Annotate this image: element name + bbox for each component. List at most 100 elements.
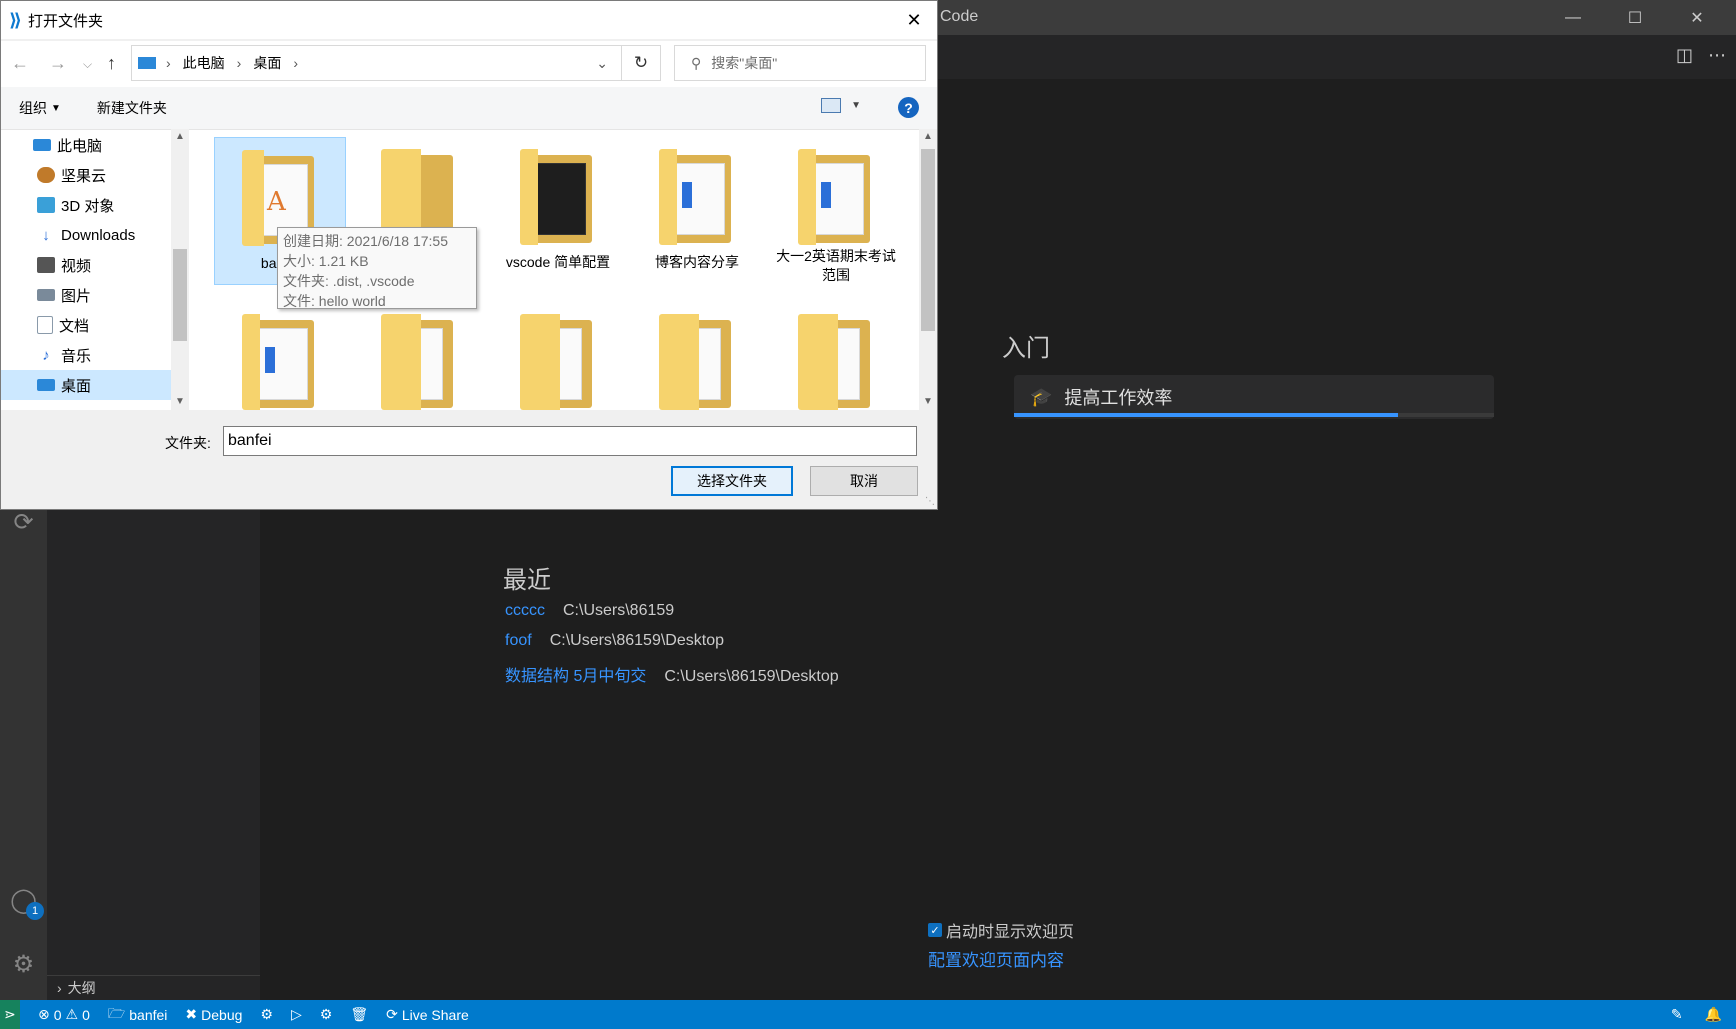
- recent-link[interactable]: ccccc: [505, 602, 545, 620]
- maximize-button[interactable]: ☐: [1612, 0, 1658, 35]
- warning-icon: ⚠: [65, 1006, 79, 1022]
- outline-section[interactable]: › 大纲: [47, 975, 260, 999]
- split-editor-button[interactable]: ◫: [1676, 45, 1693, 66]
- recent-path: C:\Users\86159\Desktop: [664, 668, 839, 685]
- back-button[interactable]: ←: [11, 53, 29, 74]
- folder-label: 博客内容分享: [655, 254, 739, 270]
- folder-name-input[interactable]: banfei: [223, 426, 917, 456]
- live-share-button[interactable]: ⟳ Live Share: [386, 1006, 469, 1023]
- vscode-logo-icon: ⟫: [9, 9, 22, 30]
- tree-item-music[interactable]: ♪ 音乐: [1, 340, 171, 370]
- dialog-close-button[interactable]: ✕: [899, 7, 929, 33]
- folder-item[interactable]: vscode 简单配置: [492, 137, 624, 285]
- folder-name: banfei: [129, 1006, 168, 1023]
- folder-icon: [520, 314, 596, 410]
- refresh-icon: ↻: [633, 53, 649, 72]
- folder-item[interactable]: [214, 302, 346, 410]
- tooltip-created: 创建日期: 2021/6/18 17:55: [283, 233, 448, 249]
- checkbox-checked-icon[interactable]: ✓: [928, 923, 942, 937]
- trash-icon: 🗑: [350, 1006, 369, 1022]
- tree-item-pictures[interactable]: 图片: [1, 280, 171, 310]
- navigation-tree: 此电脑 坚果云 3D 对象 ↓ Downloads 视频 图片 文档 ♪ 音乐: [1, 129, 171, 410]
- folder-item[interactable]: [353, 302, 485, 410]
- view-options-button[interactable]: ▼: [821, 98, 861, 113]
- scroll-up-icon[interactable]: ▲: [923, 131, 933, 142]
- forward-button[interactable]: →: [49, 53, 67, 74]
- debug-config-button[interactable]: ✖ Debug: [185, 1006, 242, 1023]
- minimize-button[interactable]: —: [1550, 0, 1596, 35]
- tree-item-label: 图片: [61, 287, 92, 305]
- organize-menu[interactable]: 组织 ▼: [19, 98, 61, 118]
- files-scroll-thumb[interactable]: [921, 149, 935, 331]
- scroll-down-icon[interactable]: ▼: [175, 396, 185, 407]
- window-title: Code: [940, 8, 979, 25]
- address-bar[interactable]: › 此电脑 › 桌面 › ⌄: [131, 45, 661, 81]
- up-button[interactable]: ↑: [107, 53, 116, 74]
- startup-checkbox-label: 启动时显示欢迎页: [946, 924, 1075, 941]
- folder-label: 大一2英语期末考试范围: [776, 248, 896, 283]
- gs-progress-bar: [1014, 413, 1494, 417]
- startup-checkbox-row[interactable]: ✓ 启动时显示欢迎页: [928, 918, 1074, 942]
- tooltip-files: 文件: hello world: [283, 293, 386, 309]
- debug-button[interactable]: ⚙: [320, 1006, 333, 1023]
- tree-item-label: Downloads: [61, 226, 136, 244]
- bug-icon: ⚙: [319, 1006, 333, 1022]
- folder-item[interactable]: [492, 302, 624, 410]
- folder-item[interactable]: 大一2英语期末考试范围: [770, 137, 902, 285]
- manage-button[interactable]: ⚙: [0, 942, 47, 986]
- address-dropdown-icon[interactable]: ⌄: [596, 55, 608, 72]
- scroll-up-icon[interactable]: ▲: [175, 131, 185, 142]
- close-window-button[interactable]: ✕: [1674, 0, 1720, 35]
- tree-item-pc[interactable]: 此电脑: [1, 130, 171, 160]
- configure-welcome-link[interactable]: 配置欢迎页面内容: [928, 946, 1064, 971]
- cancel-button[interactable]: 取消: [810, 466, 918, 496]
- tree-scroll-thumb[interactable]: [173, 249, 187, 341]
- bell-icon[interactable]: 🔔: [1705, 1006, 1722, 1023]
- select-folder-button[interactable]: 选择文件夹: [671, 466, 793, 496]
- tree-item-nutstore[interactable]: 坚果云: [1, 160, 171, 190]
- download-icon: ↓: [42, 226, 50, 244]
- tree-item-downloads[interactable]: ↓ Downloads: [1, 220, 171, 250]
- tree-item-3d-objects[interactable]: 3D 对象: [1, 190, 171, 220]
- folder-button[interactable]: 🗁 banfei: [108, 1003, 168, 1027]
- breadcrumb-item[interactable]: 此电脑: [183, 53, 225, 73]
- breadcrumb-separator: ›: [293, 55, 299, 71]
- folder-icon: 🗁: [107, 1004, 126, 1021]
- problems-button[interactable]: ⊗ 0 ⚠ 0: [38, 1006, 90, 1023]
- gear-icon: ⚙: [12, 950, 35, 978]
- tree-item-label: 此电脑: [57, 137, 103, 155]
- folder-tooltip: 创建日期: 2021/6/18 17:55 大小: 1.21 KB 文件夹: .…: [277, 227, 477, 309]
- debug-label: Debug: [201, 1006, 243, 1023]
- search-input[interactable]: ⚲ 搜索"桌面": [674, 45, 926, 81]
- recent-link[interactable]: 数据结构 5月中旬交: [505, 662, 646, 686]
- tree-item-desktop[interactable]: 桌面: [1, 370, 171, 400]
- folder-item[interactable]: [770, 302, 902, 410]
- resize-grip-icon[interactable]: ⋱: [925, 496, 935, 507]
- more-actions-button[interactable]: ⋯: [1708, 45, 1726, 66]
- scroll-down-icon[interactable]: ▼: [923, 396, 933, 407]
- tree-item-documents[interactable]: 文档: [1, 310, 171, 340]
- tooltip-size: 大小: 1.21 KB: [283, 253, 369, 269]
- recent-locations-button[interactable]: ⌵: [83, 57, 92, 72]
- folder-item[interactable]: [631, 302, 763, 410]
- tree-item-videos[interactable]: 视频: [1, 250, 171, 280]
- settings-status-button[interactable]: ⚙: [260, 1006, 273, 1023]
- clean-button[interactable]: 🗑: [350, 1006, 368, 1023]
- recent-item: foof C:\Users\86159\Desktop: [505, 632, 724, 650]
- run-button[interactable]: ▷: [291, 1006, 302, 1023]
- more-icon: ⋯: [1708, 45, 1726, 65]
- open-folder-dialog: ⟫ 打开文件夹 ✕ ← → ⌵ ↑ › 此电脑 › 桌面 › ⌄ ↻ ⚲ 搜索"…: [0, 0, 938, 510]
- remote-button[interactable]: ⋗: [0, 1000, 20, 1029]
- gear-icon: ⚙: [260, 1006, 273, 1022]
- recent-link[interactable]: foof: [505, 632, 532, 650]
- folder-icon: [798, 149, 874, 245]
- error-count: 0: [53, 1006, 62, 1023]
- breadcrumb-separator: ›: [236, 55, 242, 71]
- help-button[interactable]: ?: [898, 97, 919, 118]
- feedback-icon[interactable]: ✎: [1671, 1006, 1683, 1023]
- dialog-title: 打开文件夹: [27, 12, 103, 30]
- refresh-button[interactable]: ↻: [621, 45, 661, 81]
- breadcrumb-item[interactable]: 桌面: [253, 53, 281, 73]
- folder-item[interactable]: 博客内容分享: [631, 137, 763, 285]
- new-folder-button[interactable]: 新建文件夹: [97, 98, 167, 118]
